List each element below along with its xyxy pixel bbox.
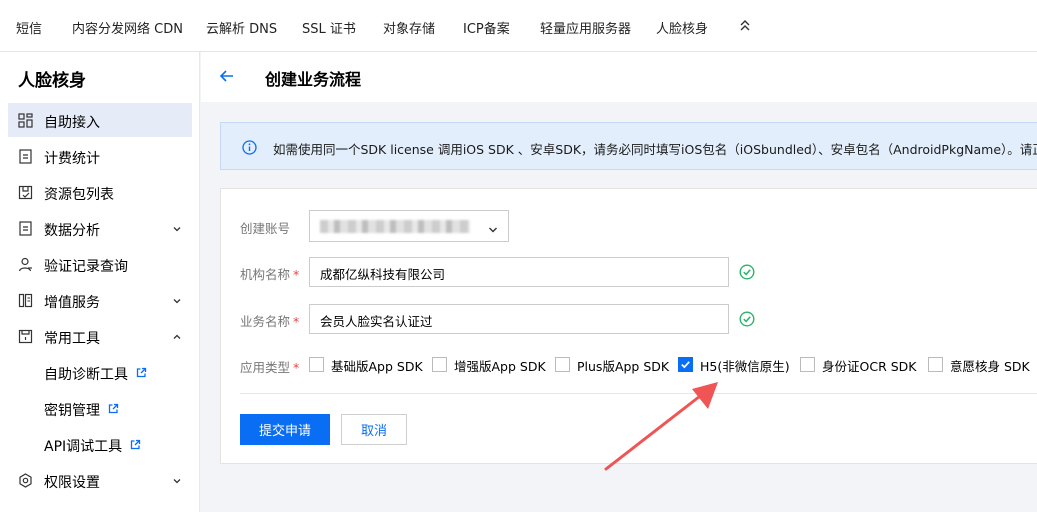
checkbox-label: 意愿核身 SDK [950,359,1030,374]
tab-icp[interactable]: ICP备案 [463,18,510,37]
sidebar-item-label: 资源包列表 [44,187,114,203]
grid-icon [18,113,33,128]
tab-ssl[interactable]: SSL 证书 [302,18,356,37]
sidebar-item-label: 计费统计 [44,151,100,167]
org-label-text: 机构名称 [240,267,291,282]
checkbox-label: H5(非微信原生) [700,359,790,374]
app-type-label: 应用类型 * [240,357,299,376]
checkmark-icon [681,361,690,369]
account-value-redacted [320,220,470,233]
checkbox-label: Plus版App SDK [577,359,670,374]
submit-button[interactable]: 提交申请 [240,414,330,445]
sidebar-item-label: 权限设置 [44,475,100,491]
external-link-icon [130,439,141,450]
sidebar-item-resource-packs[interactable]: 资源包列表 [8,175,192,209]
checkbox[interactable] [800,357,815,372]
account-select[interactable] [309,210,509,242]
account-label: 创建账号 [240,218,290,237]
sidebar-subitem-label: 自助诊断工具 [44,367,128,383]
sidebar-item-self-access[interactable]: 自助接入 [8,103,192,137]
sidebar-item-data-analysis[interactable]: 数据分析 [8,211,192,245]
sidebar-item-label: 常用工具 [44,331,100,347]
chevron-down-icon [172,295,182,305]
tab-cos[interactable]: 对象存储 [383,18,435,37]
account-label-text: 创建账号 [240,221,291,236]
required-mark: * [293,267,300,282]
sidebar-item-value-added[interactable]: 增值服务 [8,283,192,317]
tab-sms[interactable]: 短信 [16,18,42,37]
settings-icon [18,473,33,488]
chevron-down-icon [172,475,182,485]
cancel-button[interactable]: 取消 [341,414,407,445]
chevron-up-icon [172,331,182,341]
sidebar-item-label: 增值服务 [44,295,100,311]
top-nav: 短信 内容分发网络 CDN 云解析 DNS SSL 证书 对象存储 ICP备案 … [0,0,1037,52]
sidebar: 人脸核身 自助接入 计费统计 资源包列表 数据分析 验证记录查询 增值服务 常用… [0,52,200,512]
sidebar-item-verification-records[interactable]: 验证记录查询 [8,247,192,281]
business-name-value: 会员人脸实名认证过 [320,314,433,329]
business-label: 业务名称 * [240,311,299,330]
tab-dns[interactable]: 云解析 DNS [206,18,277,37]
collapse-up-icon[interactable] [738,16,752,36]
sidebar-subitem-label: 密钥管理 [44,403,100,419]
required-mark: * [293,314,300,329]
tab-faceid[interactable]: 人脸核身 [656,18,708,37]
external-link-icon [136,367,147,378]
form-card: 创建账号 机构名称 * 成都亿纵科技有限公司 业务名称 * 会员人脸实名认证过 应用… [220,188,1037,464]
sidebar-item-permissions[interactable]: 权限设置 [8,463,192,497]
sidebar-title: 人脸核身 [18,71,86,91]
business-label-text: 业务名称 [240,314,291,329]
tab-lighthouse[interactable]: 轻量应用服务器 [540,18,631,37]
document-icon [18,221,33,236]
form-divider [240,393,1037,394]
checkbox[interactable] [555,357,570,372]
required-mark: * [293,360,300,375]
tab-cdn[interactable]: 内容分发网络 CDN [72,18,183,37]
sidebar-item-label: 自助接入 [44,115,100,131]
checkbox-checked[interactable] [678,357,693,372]
sidebar-item-label: 数据分析 [44,223,100,239]
toolbox-icon [18,329,33,344]
box-icon [18,185,33,200]
checkbox-label: 基础版App SDK [331,359,423,374]
chevron-down-icon [488,223,498,233]
info-alert: 如需使用同一个SDK license 调用iOS SDK 、安卓SDK，请务必同… [220,122,1037,170]
sidebar-item-label: 验证记录查询 [44,259,128,275]
org-label: 机构名称 * [240,264,299,283]
info-icon [242,140,257,155]
page-header: 创建业务流程 [201,52,1037,102]
sidebar-item-billing[interactable]: 计费统计 [8,139,192,173]
user-icon [18,257,33,272]
service-icon [18,293,33,308]
external-link-icon [108,403,119,414]
checkbox[interactable] [928,357,943,372]
page-title: 创建业务流程 [265,70,362,89]
checkbox[interactable] [309,357,324,372]
checkbox[interactable] [432,357,447,372]
app-type-label-text: 应用类型 [240,360,291,375]
checkbox-label: 身份证OCR SDK [822,359,917,374]
check-circle-icon [739,264,755,280]
alert-text: 如需使用同一个SDK license 调用iOS SDK 、安卓SDK，请务必同… [273,142,1037,157]
back-arrow-icon[interactable] [219,69,235,83]
sidebar-subitem-label: API调试工具 [44,439,123,455]
sidebar-subitem-api-debug[interactable]: API调试工具 [8,430,192,460]
chevron-down-icon [172,223,182,233]
checkbox-label: 增强版App SDK [454,359,546,374]
org-name-value: 成都亿纵科技有限公司 [320,267,446,282]
sidebar-item-common-tools[interactable]: 常用工具 [8,319,192,353]
sidebar-subitem-key-management[interactable]: 密钥管理 [8,394,192,424]
business-name-input[interactable]: 会员人脸实名认证过 [309,304,729,334]
sidebar-subitem-self-diagnosis[interactable]: 自助诊断工具 [8,358,192,388]
org-name-input[interactable]: 成都亿纵科技有限公司 [309,257,729,287]
document-icon [18,149,33,164]
check-circle-icon [739,311,755,327]
